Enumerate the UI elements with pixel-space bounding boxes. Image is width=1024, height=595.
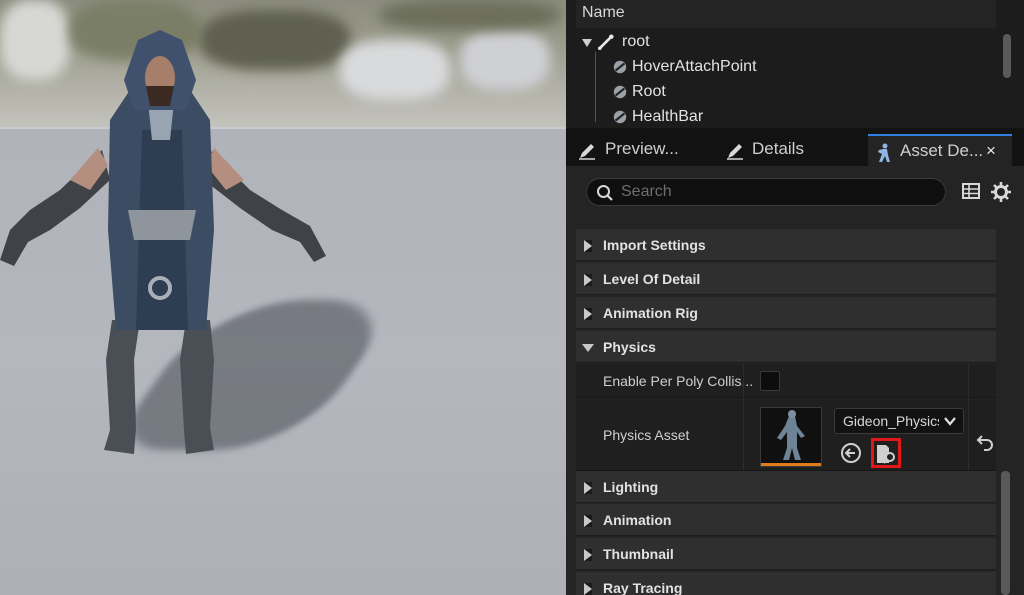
prop-label: Enable Per Poly Collis... [603, 373, 754, 389]
tab-asset-details[interactable]: Asset De... × [868, 134, 1012, 166]
category-label: Thumbnail [603, 546, 674, 562]
tree-item-root[interactable]: root [576, 30, 996, 55]
tab-label: Asset De... [900, 141, 984, 160]
category-import-settings[interactable]: Import Settings [576, 229, 996, 261]
socket-icon [613, 110, 627, 124]
chevron-down-icon [944, 417, 956, 426]
reset-to-default-icon[interactable] [976, 433, 994, 451]
details-scrollbar[interactable] [1001, 471, 1010, 595]
expand-arrow-icon [584, 583, 592, 595]
column-divider [968, 399, 969, 470]
tree-item-label: HoverAttachPoint [632, 58, 757, 75]
pencil-icon [579, 144, 595, 160]
gear-icon[interactable] [991, 182, 1011, 202]
category-level-of-detail[interactable]: Level Of Detail [576, 263, 996, 295]
table-view-icon[interactable] [962, 182, 980, 200]
expand-arrow-icon [584, 240, 592, 252]
tree-item-hoverattachpoint[interactable]: HoverAttachPoint [576, 55, 996, 80]
category-label: Animation [603, 512, 672, 528]
category-label: Animation Rig [603, 305, 698, 321]
category-label: Ray Tracing [603, 580, 683, 595]
tree-item-root-socket[interactable]: Root [576, 80, 996, 105]
expand-arrow-icon [584, 482, 592, 494]
category-animation-rig[interactable]: Animation Rig [576, 297, 996, 329]
category-label: Physics [603, 339, 656, 355]
asset-preview-image [777, 410, 805, 460]
socket-icon [613, 85, 627, 99]
search-placeholder: Search [621, 183, 672, 200]
details-list: Import Settings Level Of Detail Animatio… [576, 216, 996, 595]
mannequin-icon [878, 143, 890, 162]
highlight-box [871, 438, 901, 468]
expand-arrow-icon[interactable] [582, 39, 592, 47]
tree-scrollbar[interactable] [1003, 34, 1011, 78]
search-icon [597, 185, 613, 201]
category-animation[interactable]: Animation [576, 504, 996, 536]
asset-type-bar [761, 463, 821, 466]
name-column-header: Name [582, 4, 625, 21]
socket-icon [613, 60, 627, 74]
tree-item-label: Root [632, 83, 666, 100]
search-input[interactable]: Search [586, 178, 946, 206]
use-selected-asset-icon[interactable] [840, 442, 862, 464]
column-divider [743, 399, 744, 470]
bone-icon [598, 34, 614, 50]
prop-label: Physics Asset [603, 427, 690, 443]
enable-per-poly-checkbox[interactable] [760, 371, 780, 391]
category-label: Level Of Detail [603, 271, 701, 287]
category-ray-tracing[interactable]: Ray Tracing [576, 572, 996, 595]
prop-enable-per-poly-collision: Enable Per Poly Collis... [576, 364, 996, 398]
prop-physics-asset: Physics Asset Gideon_PhysicsAsset [576, 399, 996, 471]
category-label: Lighting [603, 479, 659, 495]
physics-asset-thumbnail[interactable] [760, 407, 822, 467]
tree-header: Name [576, 0, 996, 28]
expand-arrow-icon [584, 549, 592, 561]
character-model [0, 30, 326, 454]
tree-item-healthbar[interactable]: HealthBar [576, 105, 996, 125]
tab-bar: Preview... Details Asset De... × [566, 128, 1024, 166]
tree-item-label: root [622, 33, 650, 50]
expand-arrow-icon [584, 308, 592, 320]
right-panel: Name root HoverAttachPoint Root HealthBa… [566, 0, 1024, 595]
tab-label: Details [752, 139, 804, 158]
category-label: Import Settings [603, 237, 706, 253]
tab-label: Preview... [605, 139, 679, 158]
viewport[interactable] [0, 0, 566, 595]
pencil-icon [727, 144, 743, 160]
tab-details[interactable]: Details [724, 134, 854, 166]
asset-details-panel: Search Import Settings Level Of Detail A… [566, 166, 1024, 595]
category-thumbnail[interactable]: Thumbnail [576, 538, 996, 570]
expand-arrow-icon [584, 515, 592, 527]
category-lighting[interactable]: Lighting [576, 471, 996, 503]
physics-asset-combo[interactable]: Gideon_PhysicsAsset [834, 408, 964, 434]
tree-item-label: HealthBar [632, 108, 704, 125]
column-divider [743, 364, 744, 397]
combo-value: Gideon_PhysicsAsset [843, 413, 939, 429]
tab-preview[interactable]: Preview... [576, 134, 712, 166]
expand-arrow-icon [584, 274, 592, 286]
tab-close-button[interactable]: × [986, 141, 996, 161]
column-divider [968, 364, 969, 397]
skeleton-tree: Name root HoverAttachPoint Root HealthBa… [566, 0, 1024, 128]
category-physics[interactable]: Physics [576, 331, 996, 363]
collapse-arrow-icon [582, 344, 594, 352]
